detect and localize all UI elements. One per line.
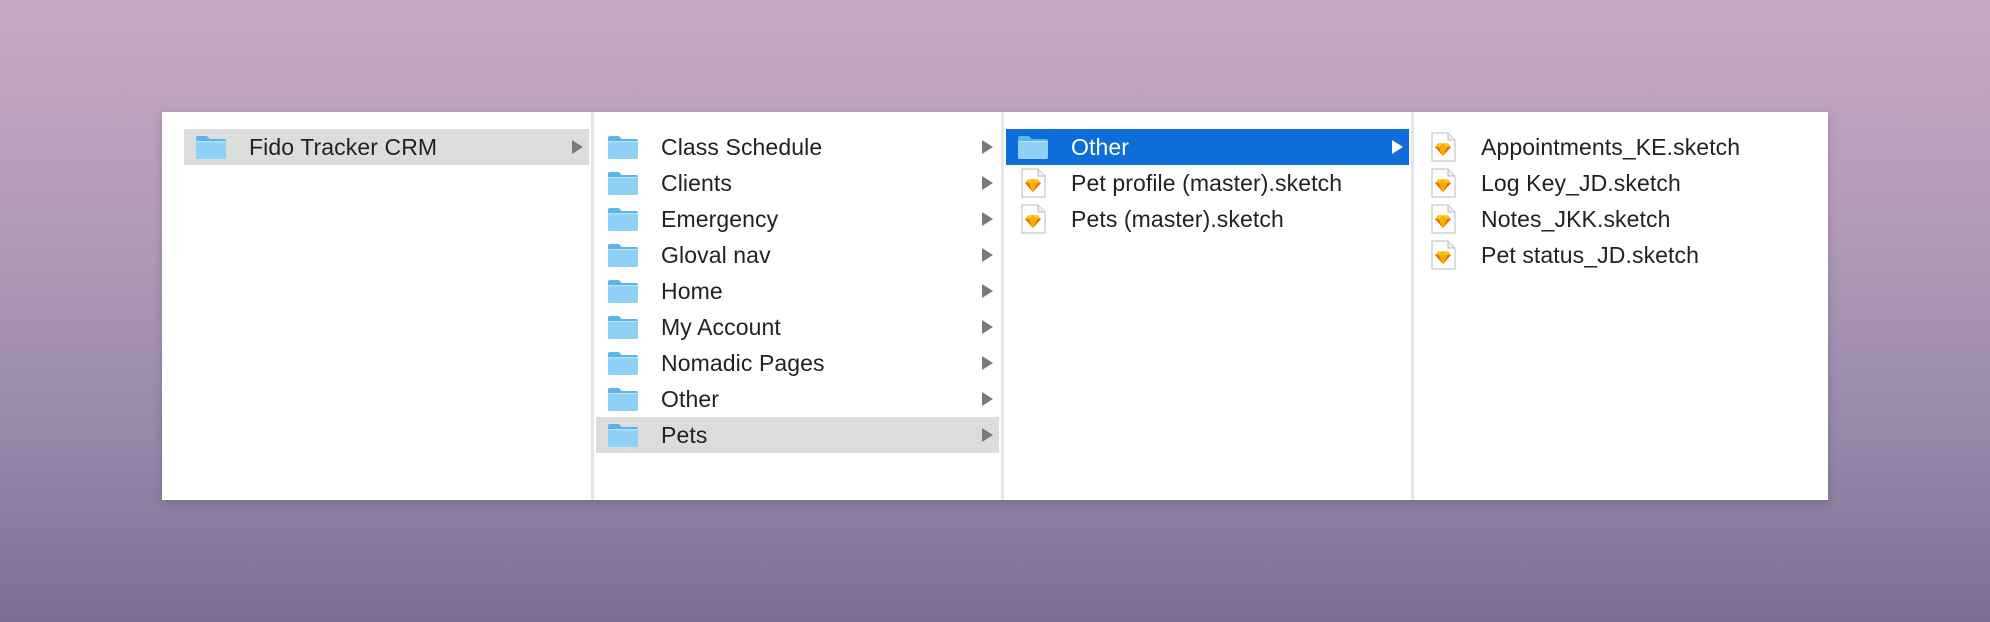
folder-icon	[607, 241, 639, 269]
chevron-right-icon	[982, 212, 993, 226]
item-label: Gloval nav	[661, 241, 771, 268]
sketch-file-icon	[1427, 132, 1459, 162]
folder-item-fido-tracker-crm[interactable]: Fido Tracker CRM	[184, 129, 589, 165]
sketch-file-icon	[1427, 204, 1459, 234]
item-label: Other	[1071, 133, 1130, 160]
folder-icon	[607, 421, 639, 449]
folder-icon	[607, 313, 639, 341]
folder-icon	[607, 169, 639, 197]
finder-column-1[interactable]: Fido Tracker CRM	[162, 112, 594, 500]
file-item-log-key-jd-sketch[interactable]: Log Key_JD.sketch	[1416, 165, 1826, 201]
folder-item-pets[interactable]: Pets	[596, 417, 999, 453]
file-item-notes-jkk-sketch[interactable]: Notes_JKK.sketch	[1416, 201, 1826, 237]
chevron-right-icon	[982, 320, 993, 334]
folder-icon	[195, 133, 227, 161]
folder-item-nomadic-pages[interactable]: Nomadic Pages	[596, 345, 999, 381]
file-item-appointments-ke-sketch[interactable]: Appointments_KE.sketch	[1416, 129, 1826, 165]
finder-column-view: Fido Tracker CRM Class Schedule Clients Em…	[162, 112, 1828, 500]
item-label: Home	[661, 277, 723, 304]
finder-column-4[interactable]: Appointments_KE.sketch Log Key_JD.sketch N…	[1414, 112, 1828, 500]
item-label: Emergency	[661, 205, 779, 232]
item-label: Appointments_KE.sketch	[1481, 133, 1741, 160]
folder-item-home[interactable]: Home	[596, 273, 999, 309]
folder-item-clients[interactable]: Clients	[596, 165, 999, 201]
folder-item-other[interactable]: Other	[596, 381, 999, 417]
finder-column-2[interactable]: Class Schedule Clients Emergency Gloval nav…	[594, 112, 1004, 500]
item-label: My Account	[661, 313, 781, 340]
chevron-right-icon	[982, 140, 993, 154]
chevron-right-icon	[982, 356, 993, 370]
sketch-file-icon	[1427, 240, 1459, 270]
item-label: Nomadic Pages	[661, 349, 825, 376]
item-label: Class Schedule	[661, 133, 823, 160]
sketch-file-icon	[1427, 168, 1459, 198]
chevron-right-icon	[982, 428, 993, 442]
folder-item-my-account[interactable]: My Account	[596, 309, 999, 345]
sketch-file-icon	[1017, 168, 1049, 198]
folder-icon	[607, 277, 639, 305]
chevron-right-icon	[1392, 140, 1403, 154]
file-item-pets-master-sketch[interactable]: Pets (master).sketch	[1006, 201, 1409, 237]
chevron-right-icon	[572, 140, 583, 154]
item-label: Fido Tracker CRM	[249, 133, 438, 160]
chevron-right-icon	[982, 176, 993, 190]
file-item-pet-profile-master-sketch[interactable]: Pet profile (master).sketch	[1006, 165, 1409, 201]
chevron-right-icon	[982, 392, 993, 406]
folder-icon	[607, 385, 639, 413]
sketch-file-icon	[1017, 204, 1049, 234]
item-label: Pets	[661, 421, 708, 448]
folder-item-gloval-nav[interactable]: Gloval nav	[596, 237, 999, 273]
item-label: Clients	[661, 169, 733, 196]
item-label: Other	[661, 385, 720, 412]
finder-column-3[interactable]: Other Pet profile (master).sketch Pets (ma…	[1004, 112, 1414, 500]
item-label: Pet status_JD.sketch	[1481, 241, 1700, 268]
folder-icon	[607, 205, 639, 233]
item-label: Log Key_JD.sketch	[1481, 169, 1681, 196]
file-item-pet-status-jd-sketch[interactable]: Pet status_JD.sketch	[1416, 237, 1826, 273]
folder-item-other[interactable]: Other	[1006, 129, 1409, 165]
item-label: Pets (master).sketch	[1071, 205, 1284, 232]
folder-icon	[607, 349, 639, 377]
folder-icon	[1017, 133, 1049, 161]
folder-item-class-schedule[interactable]: Class Schedule	[596, 129, 999, 165]
folder-item-emergency[interactable]: Emergency	[596, 201, 999, 237]
item-label: Notes_JKK.sketch	[1481, 205, 1671, 232]
folder-icon	[607, 133, 639, 161]
chevron-right-icon	[982, 248, 993, 262]
chevron-right-icon	[982, 284, 993, 298]
item-label: Pet profile (master).sketch	[1071, 169, 1343, 196]
